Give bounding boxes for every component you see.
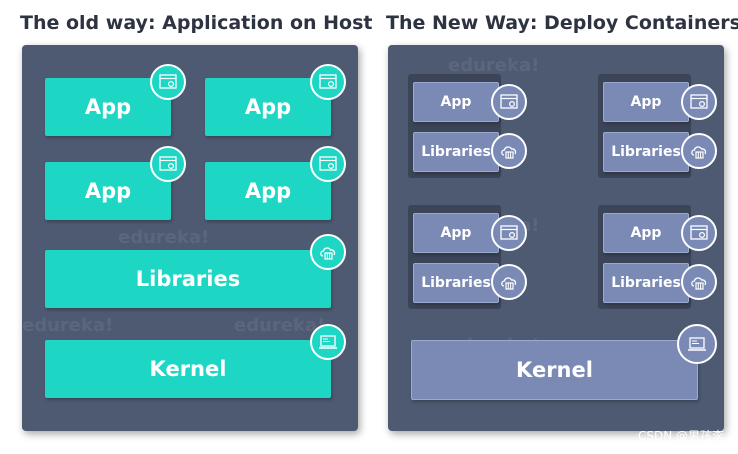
container-libraries-box: Libraries bbox=[603, 132, 689, 172]
app-window-gear-icon bbox=[681, 215, 717, 251]
watermark: edureka! bbox=[448, 55, 540, 76]
container-app-box: App bbox=[413, 82, 499, 122]
cloud-library-icon bbox=[681, 133, 717, 169]
kernel-box: Kernel bbox=[411, 340, 698, 400]
laptop-terminal-icon bbox=[310, 324, 346, 360]
new-way-title: The New Way: Deploy Containers bbox=[386, 12, 738, 34]
container-app-box: App bbox=[603, 213, 689, 253]
container-libraries-box: Libraries bbox=[603, 263, 689, 303]
libraries-box: Libraries bbox=[45, 250, 331, 308]
old-way-title: The old way: Application on Host bbox=[20, 12, 373, 34]
laptop-terminal-icon bbox=[677, 324, 717, 364]
container-libraries-box: Libraries bbox=[413, 132, 499, 172]
app-window-gear-icon bbox=[491, 84, 527, 120]
app-window-gear-icon bbox=[310, 64, 346, 100]
cloud-library-icon bbox=[681, 264, 717, 300]
app-window-gear-icon bbox=[150, 146, 186, 182]
cloud-library-icon bbox=[491, 264, 527, 300]
kernel-box: Kernel bbox=[45, 340, 331, 398]
app-window-gear-icon bbox=[491, 215, 527, 251]
credit-text: CSDN @男孩李 bbox=[637, 429, 724, 443]
watermark: edureka! bbox=[22, 315, 114, 336]
app-window-gear-icon bbox=[681, 84, 717, 120]
container-app-box: App bbox=[603, 82, 689, 122]
container-app-box: App bbox=[413, 213, 499, 253]
container-libraries-box: Libraries bbox=[413, 263, 499, 303]
cloud-library-icon bbox=[491, 133, 527, 169]
app-window-gear-icon bbox=[310, 146, 346, 182]
watermark: edureka! bbox=[118, 227, 210, 248]
app-window-gear-icon bbox=[150, 64, 186, 100]
cloud-library-icon bbox=[310, 234, 346, 270]
